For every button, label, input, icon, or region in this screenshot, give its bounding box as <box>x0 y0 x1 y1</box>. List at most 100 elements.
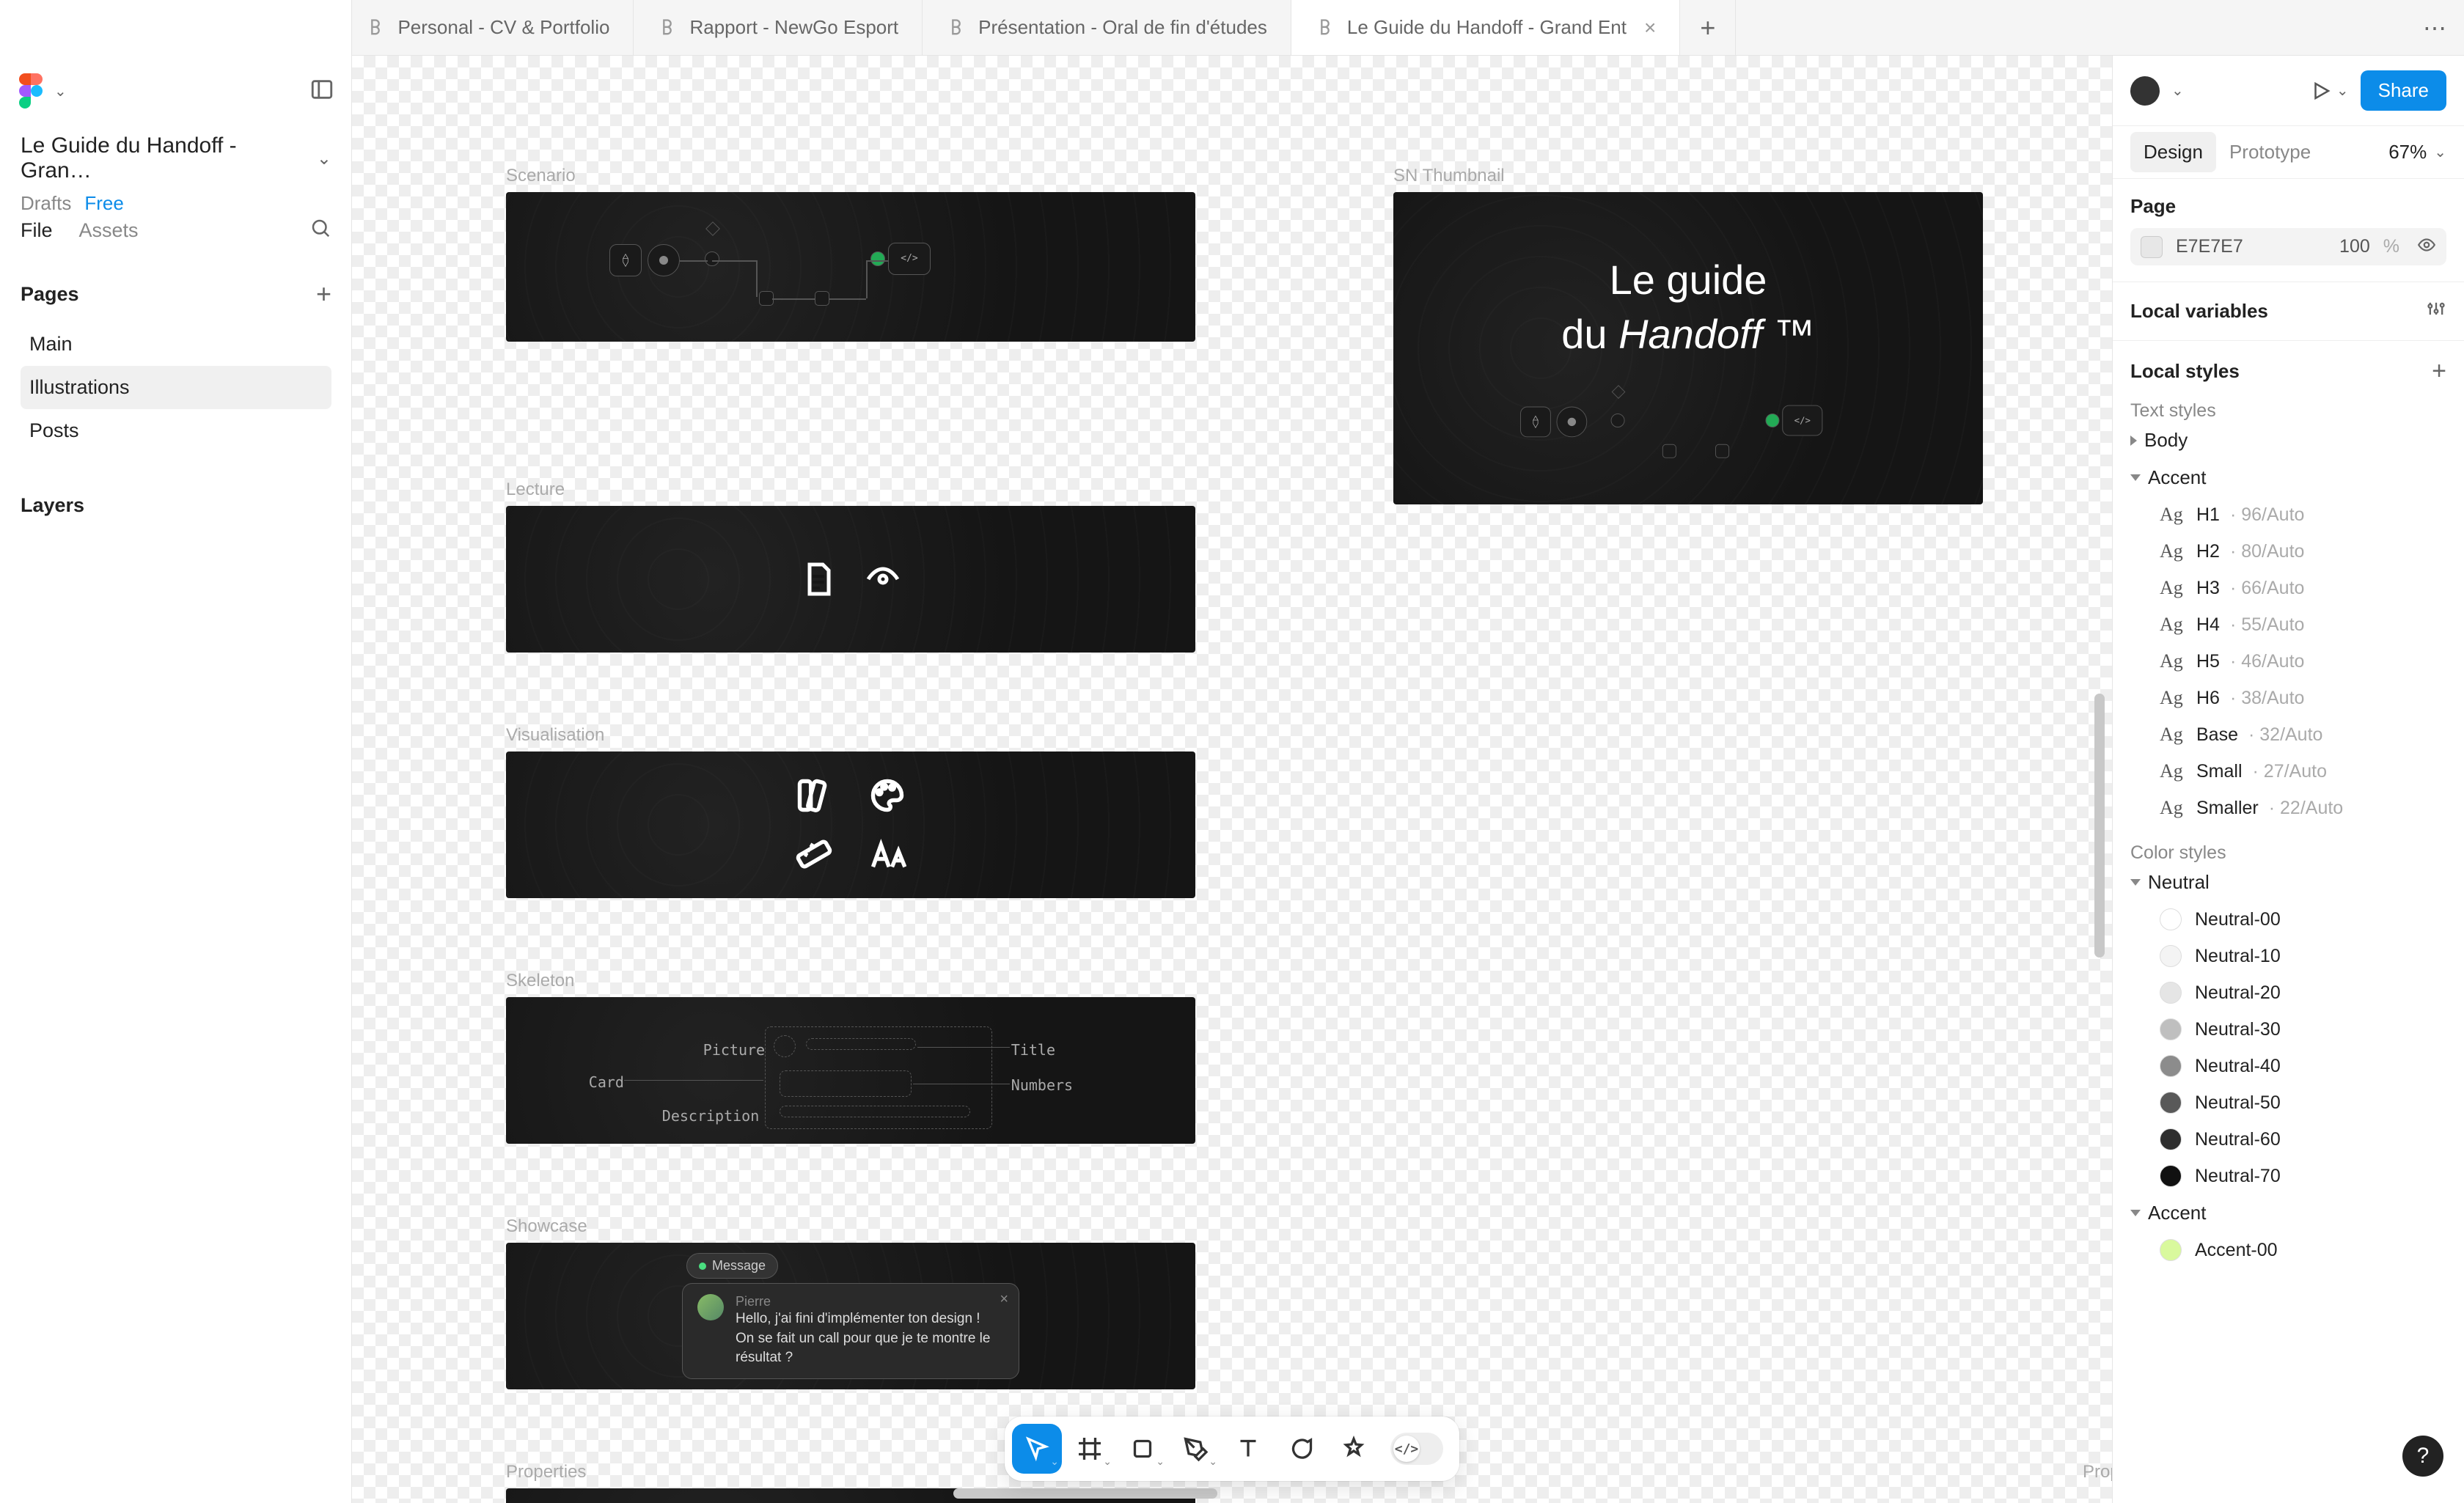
frame-skeleton[interactable]: Picture Card Description Title Numbers <box>506 997 1195 1144</box>
frame-label-prop[interactable]: Prop <box>2083 1462 2112 1482</box>
tab-personal[interactable]: Personal - CV & Portfolio <box>342 0 634 55</box>
skeleton-desc-label: Description <box>662 1107 759 1125</box>
color-style-row[interactable]: Neutral-30 <box>2130 1011 2446 1048</box>
close-tab-icon[interactable]: × <box>1644 16 1656 40</box>
frame-label-lecture[interactable]: Lecture <box>506 479 565 500</box>
frame-visualisation[interactable] <box>506 752 1195 898</box>
color-style-row[interactable]: Neutral-60 <box>2130 1121 2446 1158</box>
text-style-meta: · 46/Auto <box>2230 651 2304 672</box>
pen-tool[interactable]: ⌄ <box>1170 1424 1220 1474</box>
text-tool[interactable] <box>1223 1424 1273 1474</box>
text-style-row[interactable]: AgSmaller· 22/Auto <box>2130 790 2446 826</box>
color-swatch <box>2160 908 2182 930</box>
user-avatar[interactable] <box>2130 76 2160 106</box>
page-background-row[interactable]: E7E7E7 100 % <box>2130 228 2446 265</box>
tool-chevron-icon[interactable]: ⌄ <box>1050 1455 1059 1468</box>
tab-handoff[interactable]: Le Guide du Handoff - Grand Ent × <box>1291 0 1680 55</box>
frame-label-properties[interactable]: Properties <box>506 1462 586 1482</box>
share-button[interactable]: Share <box>2361 70 2446 111</box>
tool-chevron-icon[interactable]: ⌄ <box>1156 1455 1165 1468</box>
tabbar-overflow-button[interactable]: ⋯ <box>2408 14 2464 42</box>
tool-chevron-icon[interactable]: ⌄ <box>1209 1455 1217 1468</box>
search-button[interactable] <box>309 217 331 244</box>
color-swatch <box>2160 1018 2182 1040</box>
color-style-row[interactable]: Neutral-70 <box>2130 1158 2446 1194</box>
variables-settings-icon[interactable] <box>2426 298 2446 324</box>
tab-presentation[interactable]: Présentation - Oral de fin d'études <box>923 0 1291 55</box>
accent-color-group-label: Accent <box>2148 1202 2207 1224</box>
dev-mode-toggle[interactable]: </> <box>1382 1424 1452 1474</box>
comment-tool[interactable] <box>1276 1424 1326 1474</box>
toggle-panels-button[interactable] <box>309 77 334 106</box>
page-hex-value[interactable]: E7E7E7 <box>2176 236 2326 257</box>
tab-label: Présentation - Oral de fin d'études <box>978 16 1267 39</box>
tool-chevron-icon[interactable]: ⌄ <box>1103 1455 1112 1468</box>
present-button[interactable]: ⌄ <box>2310 80 2349 102</box>
frame-thumbnail[interactable]: Le guide du Handoff ™ </> <box>1393 192 1983 504</box>
frame-scenario[interactable]: </> <box>506 192 1195 342</box>
color-style-row[interactable]: Neutral-50 <box>2130 1084 2446 1121</box>
file-actions-chevron-icon[interactable]: ⌄ <box>317 148 331 169</box>
help-button[interactable]: ? <box>2402 1436 2443 1477</box>
text-style-row[interactable]: AgH3· 66/Auto <box>2130 570 2446 606</box>
frame-tool[interactable]: ⌄ <box>1065 1424 1115 1474</box>
color-style-row[interactable]: Neutral-40 <box>2130 1048 2446 1084</box>
text-style-name: Smaller <box>2196 798 2259 819</box>
color-style-row[interactable]: Neutral-00 <box>2130 901 2446 938</box>
canvas-scrollbar-vertical[interactable] <box>2094 694 2105 958</box>
actions-tool[interactable] <box>1329 1424 1379 1474</box>
node-dot <box>705 251 719 266</box>
new-tab-button[interactable]: + <box>1680 0 1736 55</box>
ag-icon: Ag <box>2160 650 2186 672</box>
file-tab[interactable]: File <box>21 219 53 242</box>
main-menu-chevron-icon[interactable]: ⌄ <box>54 82 67 100</box>
frame-label-scenario[interactable]: Scenario <box>506 166 576 186</box>
chevron-down-icon <box>2130 1210 2141 1216</box>
page-item-main[interactable]: Main <box>21 323 331 366</box>
color-group-accent[interactable]: Accent <box>2130 1194 2446 1232</box>
text-style-row[interactable]: AgH6· 38/Auto <box>2130 680 2446 716</box>
shape-tool[interactable]: ⌄ <box>1118 1424 1167 1474</box>
prototype-tab[interactable]: Prototype <box>2216 132 2324 172</box>
figma-logo-icon[interactable] <box>18 73 44 109</box>
canvas-scrollbar-horizontal[interactable] <box>953 1488 1217 1499</box>
user-menu-chevron-icon[interactable]: ⌄ <box>2171 81 2184 100</box>
message-sender: Pierre <box>736 1294 1004 1309</box>
color-swatch <box>2160 1055 2182 1077</box>
text-style-row[interactable]: AgH4· 55/Auto <box>2130 606 2446 643</box>
page-opacity-value[interactable]: 100 <box>2339 236 2370 257</box>
text-style-row[interactable]: AgH5· 46/Auto <box>2130 643 2446 680</box>
page-swatch[interactable] <box>2141 236 2163 258</box>
color-style-name: Neutral-60 <box>2195 1129 2281 1150</box>
add-style-button[interactable]: + <box>2432 357 2446 386</box>
color-style-row[interactable]: Accent-00 <box>2130 1232 2446 1268</box>
design-tab[interactable]: Design <box>2130 132 2216 172</box>
frame-label-skeleton[interactable]: Skeleton <box>506 971 574 991</box>
page-item-illustrations[interactable]: Illustrations <box>21 366 331 409</box>
color-style-row[interactable]: Neutral-20 <box>2130 974 2446 1011</box>
add-page-button[interactable]: + <box>316 279 331 309</box>
text-style-row[interactable]: AgH1· 96/Auto <box>2130 496 2446 533</box>
frame-lecture[interactable] <box>506 506 1195 653</box>
color-group-neutral[interactable]: Neutral <box>2130 864 2446 901</box>
text-style-row[interactable]: AgSmall· 27/Auto <box>2130 753 2446 790</box>
canvas[interactable]: Scenario </> SN Thumbnail Le guide du <box>352 56 2112 1503</box>
frame-label-visualisation[interactable]: Visualisation <box>506 725 604 746</box>
visibility-toggle-icon[interactable] <box>2417 235 2436 258</box>
file-title[interactable]: Le Guide du Handoff - Gran… ⌄ <box>21 133 331 183</box>
move-tool[interactable]: ⌄ <box>1012 1424 1062 1474</box>
color-style-row[interactable]: Neutral-10 <box>2130 938 2446 974</box>
assets-tab[interactable]: Assets <box>79 219 139 242</box>
thumb-em: Handoff ™ <box>1618 311 1815 357</box>
text-group-accent[interactable]: Accent <box>2130 459 2446 496</box>
text-style-row[interactable]: AgBase· 32/Auto <box>2130 716 2446 753</box>
text-group-body[interactable]: Body <box>2130 422 2446 459</box>
frame-showcase[interactable]: Message Pierre Hello, j'ai fini d'implém… <box>506 1243 1195 1389</box>
tab-rapport[interactable]: Rapport - NewGo Esport <box>634 0 923 55</box>
text-style-row[interactable]: AgH2· 80/Auto <box>2130 533 2446 570</box>
local-vars-header[interactable]: Local variables <box>2130 298 2446 324</box>
frame-label-thumbnail[interactable]: SN Thumbnail <box>1393 166 1505 186</box>
frame-label-showcase[interactable]: Showcase <box>506 1216 587 1237</box>
page-item-posts[interactable]: Posts <box>21 409 331 452</box>
zoom-control[interactable]: 67% ⌄ <box>2388 141 2446 163</box>
